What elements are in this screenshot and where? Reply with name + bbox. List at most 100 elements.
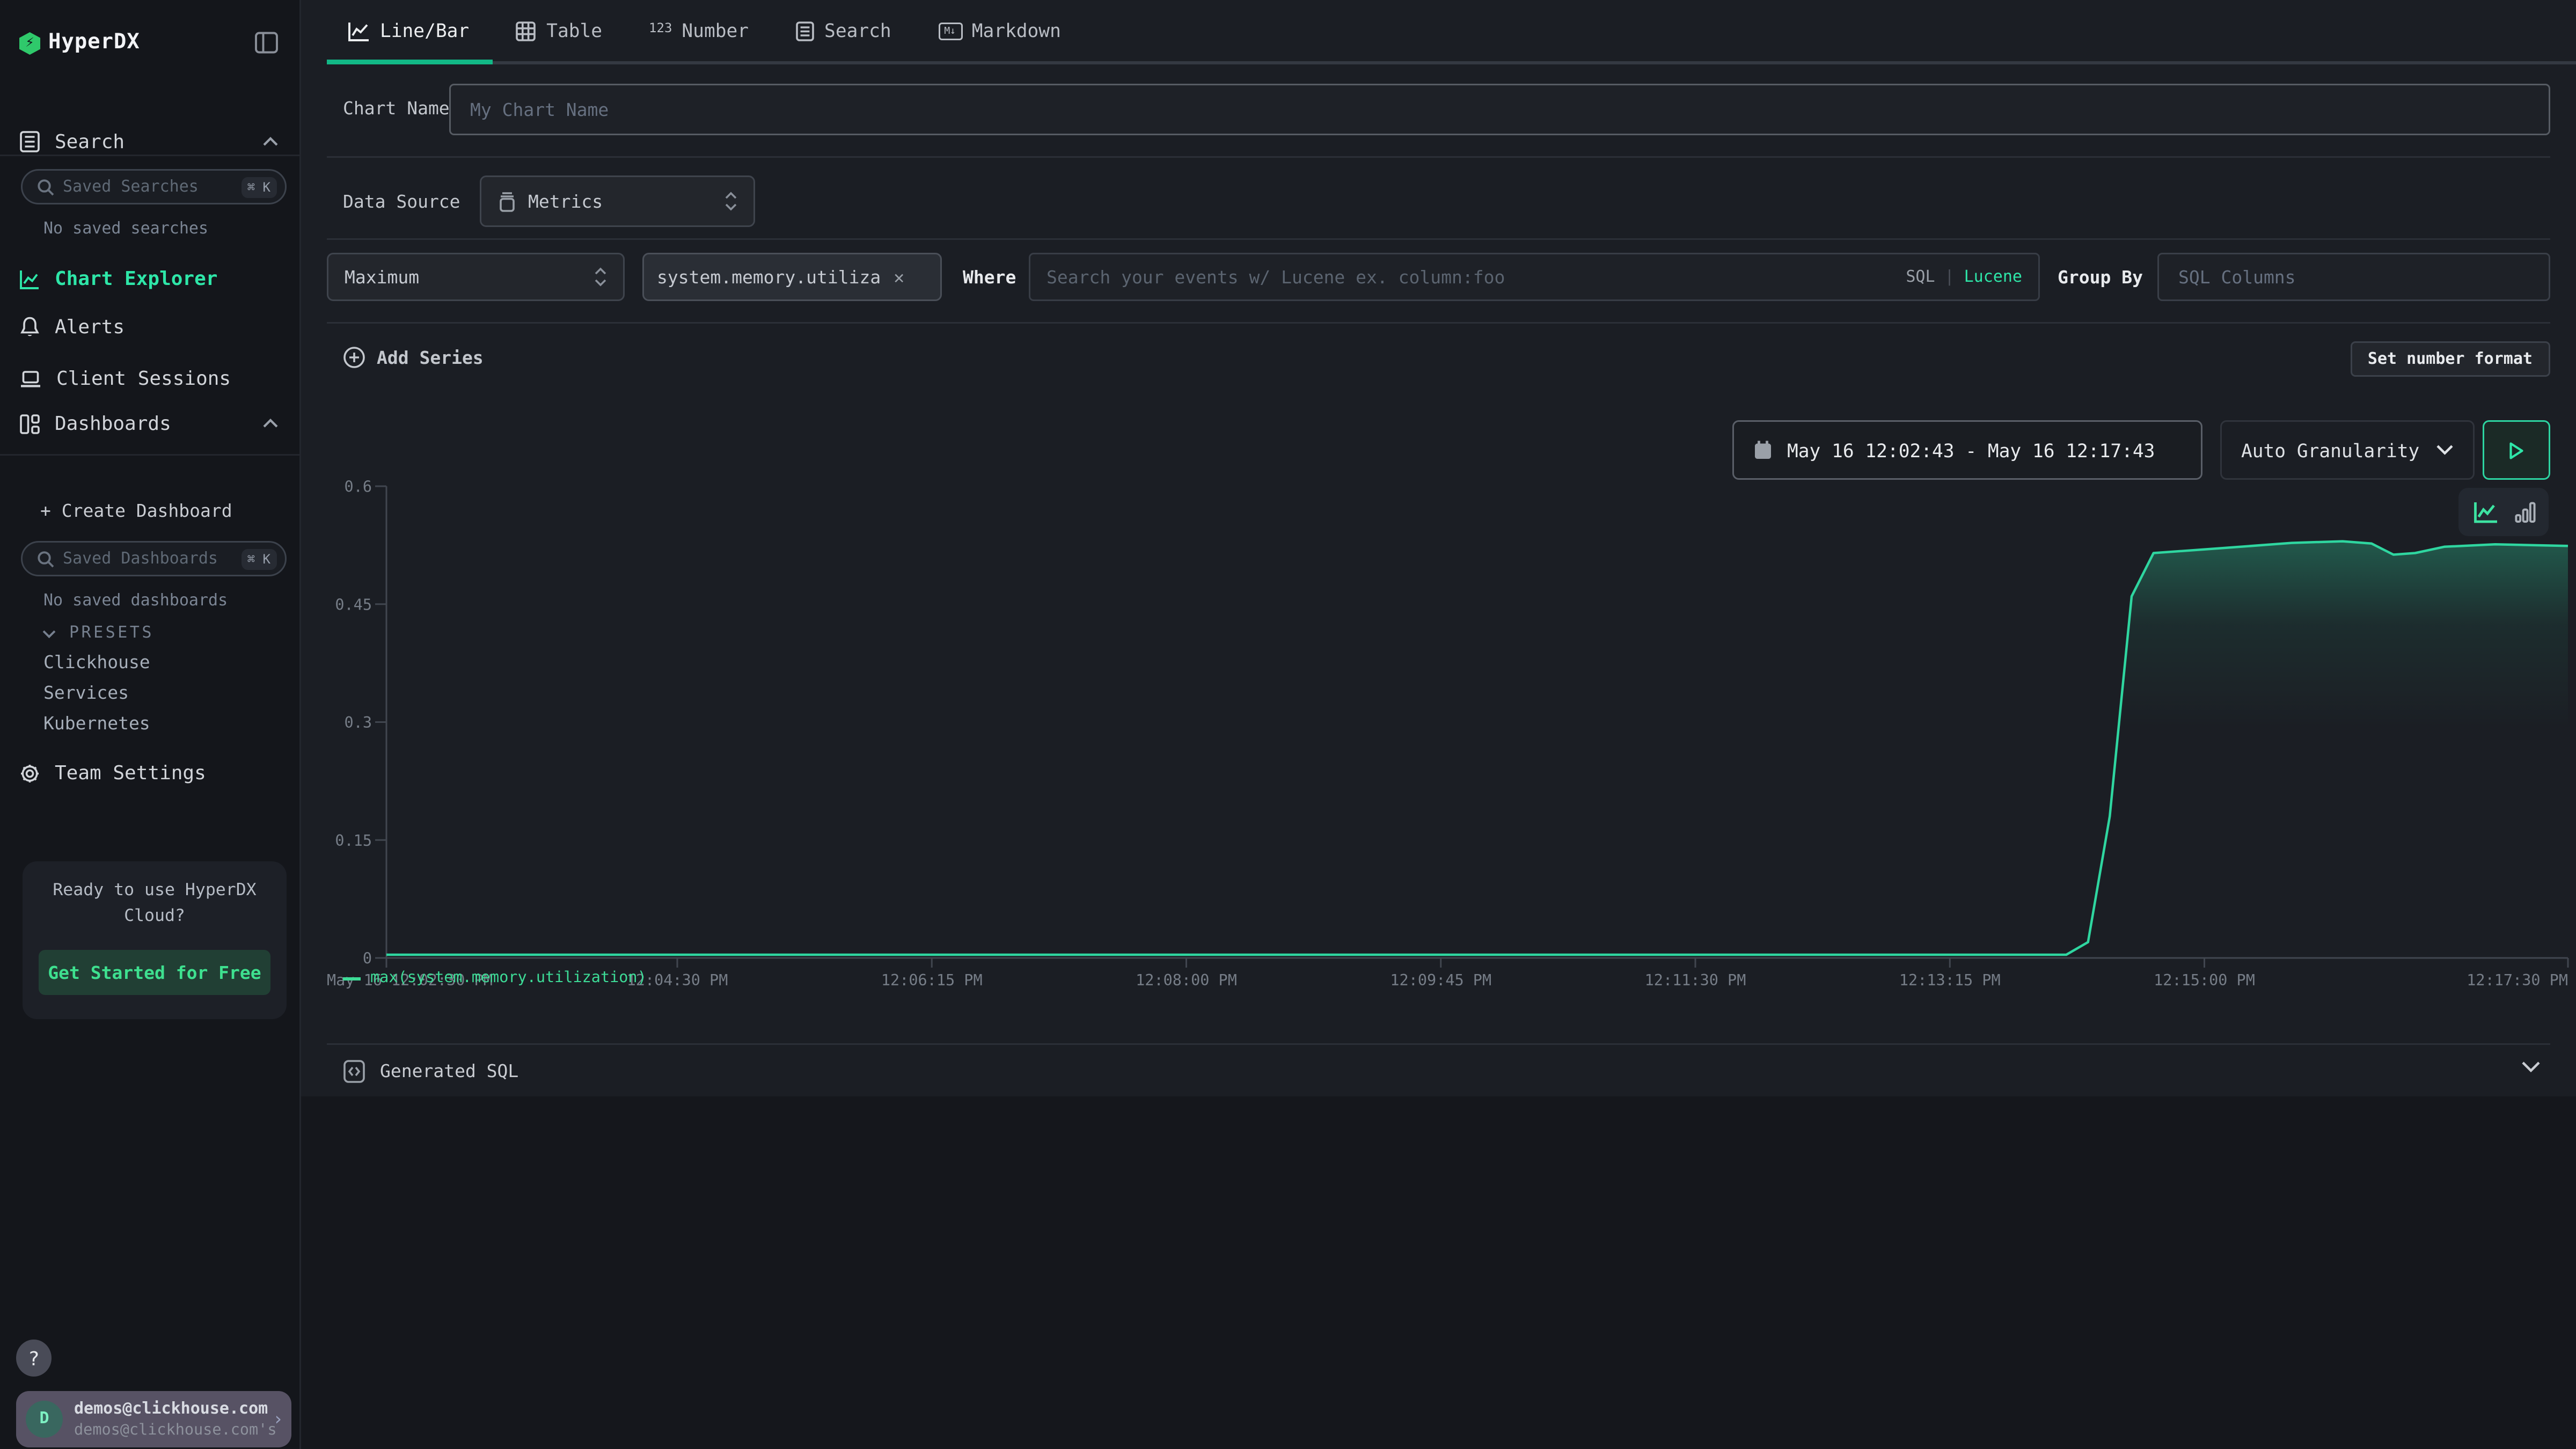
where-label: Where xyxy=(963,267,1016,288)
user-team: demos@clickhouse.com's xyxy=(74,1422,277,1439)
chart-line-icon xyxy=(19,268,40,289)
svg-text:0: 0 xyxy=(363,950,372,968)
chevron-up-icon xyxy=(262,419,279,428)
logo-row: ⚡ HyperDX xyxy=(0,23,299,64)
aggregation-value: Maximum xyxy=(345,267,583,288)
tab-number[interactable]: 123 Number xyxy=(649,19,749,42)
metric-chip[interactable]: system.memory.utiliza ✕ xyxy=(642,253,942,301)
chart-type-toggle xyxy=(2458,488,2549,536)
tab-line-bar-label: Line/Bar xyxy=(380,19,469,42)
page-background-below-panel xyxy=(301,1096,2576,1449)
active-tab-underline xyxy=(327,60,493,64)
tab-search[interactable]: Search xyxy=(795,19,891,42)
set-number-format-button[interactable]: Set number format xyxy=(2350,341,2550,377)
dashboard-layout-icon xyxy=(19,413,40,434)
line-chart-toggle-icon[interactable] xyxy=(2472,501,2498,523)
client-sessions-label: Client Sessions xyxy=(56,367,231,390)
code-icon xyxy=(343,1059,365,1083)
lucene-toggle[interactable]: Lucene xyxy=(1964,268,2022,286)
chevron-down-icon xyxy=(42,629,56,639)
line-chart-icon xyxy=(348,20,370,41)
no-saved-searches-note: No saved searches xyxy=(43,221,208,238)
chevron-right-icon: › xyxy=(273,1409,283,1430)
user-email: demos@clickhouse.com xyxy=(74,1401,268,1418)
add-series-button[interactable]: Add Series xyxy=(343,341,484,374)
sidebar-item-dashboards[interactable]: Dashboards xyxy=(0,404,299,443)
preset-clickhouse[interactable]: Clickhouse xyxy=(43,652,150,673)
preset-kubernetes[interactable]: Kubernetes xyxy=(43,713,150,734)
alerts-label: Alerts xyxy=(55,316,125,338)
where-input-wrap: SQL | Lucene xyxy=(1029,253,2040,301)
where-input[interactable] xyxy=(1046,267,1906,288)
aggregation-select[interactable]: Maximum xyxy=(327,253,625,301)
sidebar-collapse-icon[interactable] xyxy=(254,31,279,55)
date-range-value: May 16 12:02:43 - May 16 12:17:43 xyxy=(1787,439,2155,462)
remove-metric-icon[interactable]: ✕ xyxy=(894,267,904,288)
cloud-promo-line2: Cloud? xyxy=(23,906,287,926)
tab-markdown-label: Markdown xyxy=(972,19,1061,42)
dashboards-label: Dashboards xyxy=(55,412,171,435)
data-source-select[interactable]: Metrics xyxy=(480,175,755,227)
sidebar-item-chart-explorer[interactable]: Chart Explorer xyxy=(0,259,299,298)
query-language-toggle: SQL | Lucene xyxy=(1906,268,2022,286)
saved-dashboards-input[interactable]: ⌘ K xyxy=(21,541,287,576)
markdown-icon: M↓ xyxy=(938,22,962,40)
svg-text:12:09:45 PM: 12:09:45 PM xyxy=(1390,971,1491,989)
group-by-label: Group By xyxy=(2058,267,2143,288)
chart-name-input[interactable] xyxy=(449,84,2550,135)
plus-circle-icon xyxy=(343,346,365,369)
divider xyxy=(327,1043,2550,1045)
search-icon xyxy=(37,550,55,568)
sidebar-search-label: Search xyxy=(55,130,125,153)
document-icon xyxy=(795,20,815,41)
sidebar: ⚡ HyperDX Search ⌘ K No saved searches C… xyxy=(0,0,301,1449)
tab-table-label: Table xyxy=(546,19,602,42)
create-dashboard-button[interactable]: + Create Dashboard xyxy=(0,491,299,530)
svg-text:12:06:15 PM: 12:06:15 PM xyxy=(881,971,983,989)
tab-markdown[interactable]: M↓ Markdown xyxy=(938,19,1061,42)
sidebar-item-alerts[interactable]: Alerts xyxy=(0,308,299,346)
sidebar-item-client-sessions[interactable]: Client Sessions xyxy=(0,359,299,398)
get-started-button[interactable]: Get Started for Free xyxy=(39,950,270,995)
number-123-icon: 123 xyxy=(649,20,672,35)
metric-chip-value: system.memory.utiliza xyxy=(657,267,881,288)
select-updown-icon xyxy=(724,192,737,211)
toggle-divider: | xyxy=(1945,268,1955,286)
generated-sql-toggle[interactable]: Generated SQL xyxy=(343,1053,518,1088)
bar-chart-toggle-icon[interactable] xyxy=(2514,501,2535,523)
tab-divider xyxy=(327,61,2576,64)
saved-searches-field[interactable] xyxy=(63,178,233,196)
presets-header[interactable]: PRESETS xyxy=(42,625,154,642)
sql-toggle[interactable]: SQL xyxy=(1906,268,1935,286)
sidebar-item-team-settings[interactable]: Team Settings xyxy=(0,753,299,792)
help-button[interactable]: ? xyxy=(16,1340,52,1377)
tab-search-label: Search xyxy=(824,19,891,42)
play-icon xyxy=(2508,441,2524,460)
tab-table[interactable]: Table xyxy=(516,19,602,42)
chart-explorer-label: Chart Explorer xyxy=(55,267,217,290)
team-settings-label: Team Settings xyxy=(55,762,206,784)
hyperdx-logo-icon: ⚡ xyxy=(19,32,40,55)
select-updown-icon xyxy=(594,267,607,287)
saved-dashboards-field[interactable] xyxy=(63,550,233,568)
chevron-down-icon xyxy=(2436,444,2454,456)
tab-line-bar[interactable]: Line/Bar xyxy=(348,19,469,42)
presets-label: PRESETS xyxy=(69,625,154,642)
search-icon xyxy=(37,178,55,196)
chart-svg[interactable]: 00.150.30.450.6May 16 12:02:30 PM12:04:3… xyxy=(327,470,2570,989)
chevron-down-icon[interactable] xyxy=(2521,1061,2541,1074)
chart-legend[interactable]: max(system.memory.utilization) xyxy=(343,969,647,987)
logs-icon xyxy=(19,130,40,153)
divider xyxy=(0,155,299,156)
add-series-label: Add Series xyxy=(377,347,484,368)
group-by-input[interactable] xyxy=(2157,253,2550,301)
preset-services[interactable]: Services xyxy=(43,683,129,704)
laptop-icon xyxy=(19,368,42,389)
data-source-label: Data Source xyxy=(343,192,460,213)
divider xyxy=(0,454,299,456)
svg-text:0.15: 0.15 xyxy=(335,832,372,850)
gear-icon xyxy=(19,763,40,784)
cloud-promo-card: Ready to use HyperDX Cloud? Get Started … xyxy=(23,861,287,1019)
saved-searches-input[interactable]: ⌘ K xyxy=(21,169,287,204)
user-menu[interactable]: D demos@clickhouse.com demos@clickhouse.… xyxy=(16,1391,291,1447)
